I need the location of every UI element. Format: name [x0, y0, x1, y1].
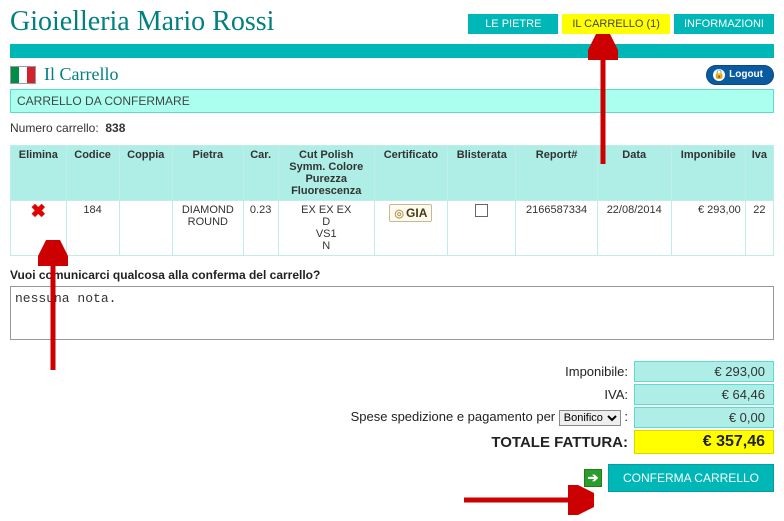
th-certificato: Certificato [374, 146, 447, 201]
th-report: Report# [516, 146, 597, 201]
cell-pietra: DIAMOND ROUND [173, 201, 244, 256]
cell-data: 22/08/2014 [597, 201, 671, 256]
th-cut: Cut Polish Symm. Colore Purezza Fluoresc… [278, 146, 374, 201]
logout-label: Logout [729, 69, 763, 80]
cell-car: 0.23 [243, 201, 278, 256]
totals-spese-value: € 0,00 [634, 407, 774, 428]
gia-seal-icon: ◎ [394, 207, 404, 220]
site-title: Gioielleria Mario Rossi [10, 6, 274, 42]
section-subheader: CARRELLO DA CONFERMARE [10, 89, 774, 113]
cart-number-value: 838 [105, 121, 125, 135]
th-car: Car. [243, 146, 278, 201]
totals-imponibile-label: Imponibile: [565, 364, 632, 379]
totals-iva-value: € 64,46 [634, 384, 774, 405]
th-pietra: Pietra [173, 146, 244, 201]
cart-number-label: Numero carrello: [10, 121, 99, 135]
cell-iva: 22 [745, 201, 773, 256]
totals-iva-label: IVA: [604, 387, 632, 402]
cell-codice: 184 [66, 201, 119, 256]
cell-imponibile: € 293,00 [671, 201, 745, 256]
totals-imponibile-value: € 293,00 [634, 361, 774, 382]
th-blisterata: Blisterata [448, 146, 516, 201]
nav-tab-informazioni[interactable]: INFORMAZIONI [674, 14, 774, 34]
totals-spese-label: Spese spedizione e pagamento per Bonific… [351, 409, 632, 426]
gia-badge: ◎ GIA [389, 204, 432, 222]
cell-report: 2166587334 [516, 201, 597, 256]
page-title: Il Carrello [44, 64, 118, 85]
lock-icon: 🔒 [713, 69, 725, 81]
table-row: ✖ 184 DIAMOND ROUND 0.23 EX EX EX D VS1 … [11, 201, 774, 256]
confirm-cart-button[interactable]: CONFERMA CARRELLO [608, 464, 774, 492]
totals-fattura-label: TOTALE FATTURA: [491, 434, 632, 451]
blisterata-checkbox[interactable] [475, 204, 488, 217]
header-divider [10, 44, 774, 58]
logout-button[interactable]: 🔒 Logout [706, 65, 774, 85]
cell-blisterata [448, 201, 516, 256]
cart-table: Elimina Codice Coppia Pietra Car. Cut Po… [10, 145, 774, 256]
cell-certificato: ◎ GIA [374, 201, 447, 256]
nav-tab-pietre[interactable]: LE PIETRE [468, 14, 558, 34]
totals-block: Imponibile: € 293,00 IVA: € 64,46 Spese … [10, 361, 774, 454]
arrow-right-icon: ➔ [584, 469, 602, 487]
cell-coppia [119, 201, 173, 256]
th-coppia: Coppia [119, 146, 173, 201]
th-elimina: Elimina [11, 146, 67, 201]
cell-cut: EX EX EX D VS1 N [278, 201, 374, 256]
th-codice: Codice [66, 146, 119, 201]
nav-tabs: LE PIETRE IL CARRELLO (1) INFORMAZIONI [468, 14, 774, 34]
nav-tab-carrello[interactable]: IL CARRELLO (1) [562, 14, 670, 34]
th-data: Data [597, 146, 671, 201]
payment-method-select[interactable]: Bonifico [559, 410, 621, 426]
th-iva: Iva [745, 146, 773, 201]
note-textarea[interactable] [10, 286, 774, 340]
delete-row-icon[interactable]: ✖ [31, 201, 46, 221]
italy-flag-icon [10, 66, 36, 84]
th-imponibile: Imponibile [671, 146, 745, 201]
totals-fattura-value: € 357,46 [634, 430, 774, 454]
note-label: Vuoi comunicarci qualcosa alla conferma … [10, 268, 774, 282]
